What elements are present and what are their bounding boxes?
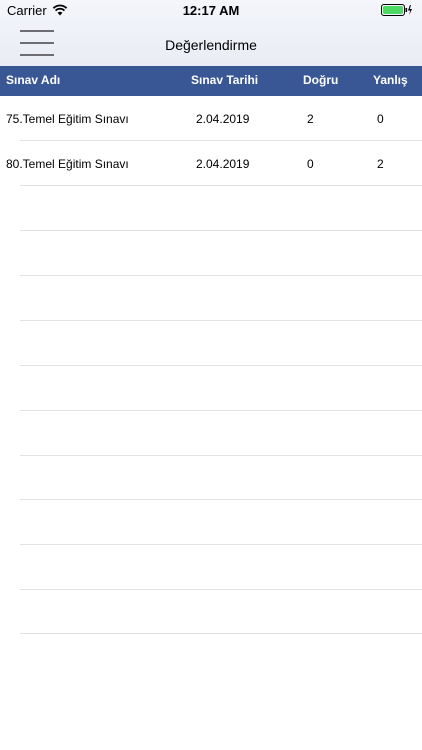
status-bar: Carrier 12:17 AM (0, 0, 422, 22)
exam-date: 2.04.2019 (196, 157, 250, 171)
row-divider (20, 275, 422, 276)
wrong-count: 2 (377, 157, 384, 171)
exam-date: 2.04.2019 (196, 112, 250, 126)
row-divider (20, 499, 422, 500)
exam-name: 80.Temel Eğitim Sınavı (6, 157, 129, 171)
top-bar: Carrier 12:17 AM Değerlendirme (0, 0, 422, 66)
battery-icon (381, 4, 413, 19)
row-divider (20, 544, 422, 545)
correct-count: 0 (307, 157, 314, 171)
row-divider (20, 365, 422, 366)
column-header-sinav-adi: Sınav Adı (6, 73, 61, 87)
table-row[interactable]: 80.Temel Eğitim Sınavı 2.04.2019 0 2 (0, 141, 422, 186)
row-divider (20, 633, 422, 634)
row-divider (20, 455, 422, 456)
column-header-dogru: Doğru (303, 73, 339, 87)
row-divider (20, 230, 422, 231)
row-divider (20, 410, 422, 411)
table-header: Sınav Adı Sınav Tarihi Doğru Yanlış (0, 66, 422, 96)
column-header-sinav-tarihi: Sınav Tarihi (191, 73, 259, 87)
row-divider (20, 320, 422, 321)
table-row[interactable]: 75.Temel Eğitim Sınavı 2.04.2019 2 0 (0, 96, 422, 141)
row-divider (20, 185, 422, 186)
correct-count: 2 (307, 112, 314, 126)
page-title: Değerlendirme (165, 37, 257, 53)
exam-name: 75.Temel Eğitim Sınavı (6, 112, 129, 126)
row-divider (20, 589, 422, 590)
wrong-count: 0 (377, 112, 384, 126)
status-time: 12:17 AM (182, 3, 240, 18)
column-header-yanlis: Yanlış (373, 73, 408, 87)
